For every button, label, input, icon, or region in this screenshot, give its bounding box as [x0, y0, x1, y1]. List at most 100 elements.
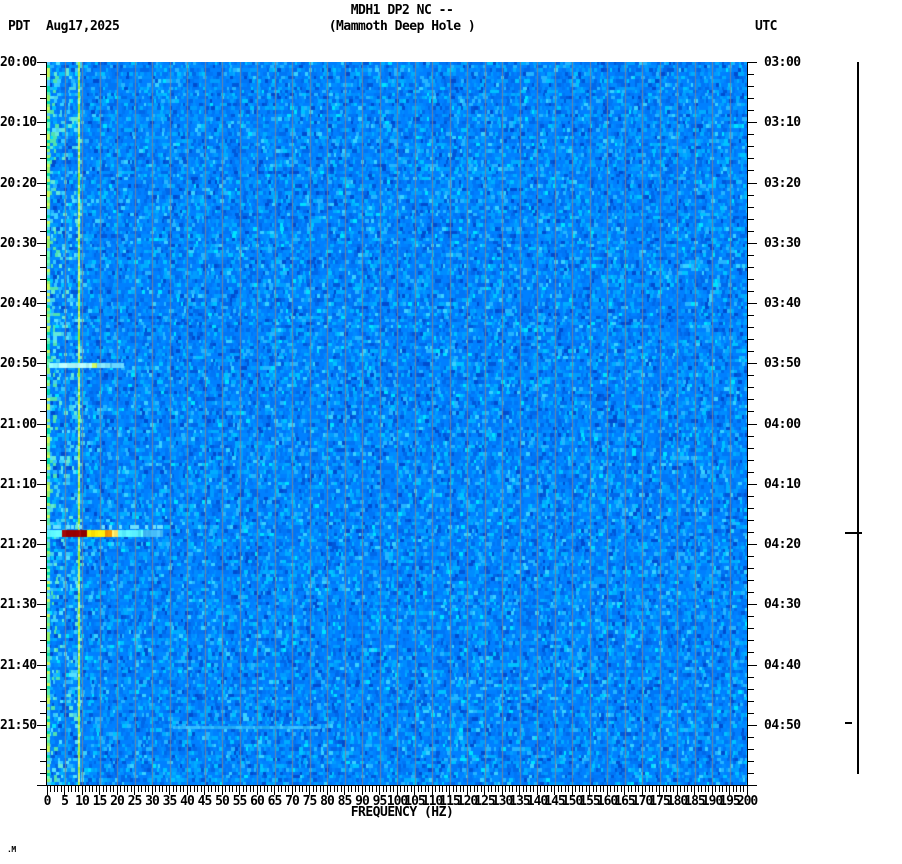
time-tick-left [40, 713, 46, 714]
time-label-utc: 03:00 [764, 55, 801, 70]
freq-tick [250, 786, 251, 792]
time-tick-left [37, 665, 46, 666]
time-tick-right [748, 652, 754, 653]
time-tick-left [37, 725, 46, 726]
freq-tick [687, 786, 688, 792]
freq-tick [218, 786, 219, 792]
freq-tick [334, 786, 335, 792]
freq-tick [691, 786, 692, 792]
time-tick-right [748, 183, 757, 184]
time-tick-left [40, 460, 46, 461]
freq-tick [673, 786, 674, 792]
freq-tick [446, 786, 447, 792]
freq-tick [372, 786, 373, 792]
freq-tick [393, 786, 394, 792]
freq-tick [404, 786, 405, 792]
time-tick-left [40, 207, 46, 208]
time-tick-left [40, 387, 46, 388]
freq-tick [316, 786, 317, 792]
time-tick-right [748, 604, 757, 605]
freq-tick [418, 786, 419, 792]
freq-tick [544, 786, 545, 792]
freq-tick [442, 786, 443, 792]
freq-tick [281, 786, 282, 792]
freq-tick [635, 786, 636, 792]
freq-tick [628, 786, 629, 792]
time-tick-right [748, 665, 757, 666]
freq-tick [253, 786, 254, 792]
time-tick-left [37, 62, 46, 63]
freq-tick [61, 786, 62, 792]
freq-tick [551, 786, 552, 792]
time-tick-right [748, 110, 754, 111]
time-tick-right [748, 436, 754, 437]
time-tick-right [748, 773, 754, 774]
freq-tick [596, 786, 597, 792]
freq-tick [288, 786, 289, 792]
timezone-left-label: PDT [8, 19, 30, 34]
freq-tick [190, 786, 191, 792]
time-tick-right [748, 255, 754, 256]
freq-tick [631, 786, 632, 792]
freq-tick [582, 786, 583, 792]
freq-tick [148, 786, 149, 792]
time-tick-right [748, 375, 754, 376]
spectrogram-page: PDT Aug17,2025 MDH1 DP2 NC -- (Mammoth D… [0, 0, 902, 864]
freq-tick [365, 786, 366, 792]
time-tick-right [748, 556, 754, 557]
time-label-utc: 03:20 [764, 176, 801, 191]
freq-tick [509, 786, 510, 792]
freq-tick [54, 786, 55, 792]
freq-tick [141, 786, 142, 792]
freq-tick [670, 786, 671, 792]
freq-tick [376, 786, 377, 792]
freq-tick [243, 786, 244, 792]
time-label-pdt: 20:40 [0, 296, 37, 311]
freq-tick [246, 786, 247, 792]
time-tick-left [40, 628, 46, 629]
freq-tick [621, 786, 622, 792]
time-tick-right [748, 158, 754, 159]
freq-tick [481, 786, 482, 792]
time-tick-left [40, 231, 46, 232]
freq-tick [225, 786, 226, 792]
freq-tick [610, 786, 611, 792]
plot-left-border [46, 62, 47, 785]
time-label-pdt: 20:10 [0, 115, 37, 130]
freq-tick [526, 786, 527, 792]
freq-tick [740, 786, 741, 792]
time-tick-left [40, 327, 46, 328]
freq-tick [533, 786, 534, 792]
time-tick-right [748, 592, 754, 593]
time-tick-right [748, 484, 757, 485]
time-tick-right [748, 713, 754, 714]
time-tick-right [748, 86, 754, 87]
freq-tick [561, 786, 562, 792]
spectrogram-canvas [47, 62, 747, 785]
freq-tick [57, 786, 58, 792]
time-tick-right [748, 472, 754, 473]
freq-tick [652, 786, 653, 792]
freq-tick [495, 786, 496, 792]
freq-tick [663, 786, 664, 792]
time-tick-right [748, 231, 754, 232]
freq-tick [701, 786, 702, 792]
time-tick-left [37, 544, 46, 545]
freq-tick [323, 786, 324, 792]
freq-tick [71, 786, 72, 792]
timezone-right-label: UTC [755, 19, 777, 34]
freq-tick [698, 786, 699, 792]
freq-tick [715, 786, 716, 792]
trace-event-tick-small [845, 722, 852, 724]
freq-tick [348, 786, 349, 792]
freq-tick [421, 786, 422, 792]
time-tick-right [748, 219, 754, 220]
freq-tick [285, 786, 286, 792]
time-label-utc: 04:30 [764, 597, 801, 612]
freq-tick [330, 786, 331, 792]
freq-tick [201, 786, 202, 792]
freq-tick [603, 786, 604, 792]
freq-tick [586, 786, 587, 792]
freq-tick [722, 786, 723, 792]
freq-tick [96, 786, 97, 792]
